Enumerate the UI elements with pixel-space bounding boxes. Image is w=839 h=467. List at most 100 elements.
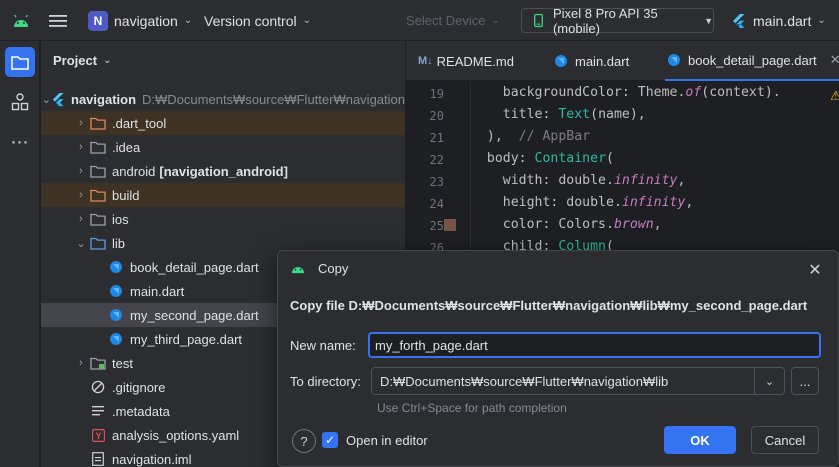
tree-item-label: android [112, 163, 156, 179]
code-line: title: Text(name), [502, 107, 646, 122]
chevron-right-icon[interactable]: › [73, 213, 89, 225]
tool-window-bar: ⋯ [0, 41, 40, 467]
code-line: width: double.infinity, [502, 173, 686, 188]
to-directory-label: To directory: [290, 374, 361, 389]
tree-item[interactable]: › build [41, 183, 405, 207]
device-label: Pixel 8 Pro API 35 (mobile) [552, 5, 658, 36]
tab-label: book_detail_page.dart [688, 52, 817, 68]
dart-file-icon [107, 307, 125, 323]
main-menu-icon[interactable] [49, 0, 67, 41]
project-folder-icon[interactable] [5, 47, 35, 77]
text-file-icon [89, 403, 107, 419]
dart-file-icon [107, 283, 125, 299]
tree-item[interactable]: › android [navigation_android] [41, 159, 405, 183]
tree-item-label: test [112, 355, 133, 371]
line-number: 23 [429, 175, 444, 189]
chevron-down-icon[interactable]: ⌄ [754, 368, 784, 394]
dart-file-icon [107, 259, 125, 275]
dialog-title: Copy [318, 261, 349, 276]
tree-item[interactable]: › .dart_tool [41, 111, 405, 135]
select-device-menu[interactable]: Select Device ⌄ [406, 0, 500, 41]
code-line: ), // AppBar [486, 129, 591, 144]
ok-button[interactable]: OK [664, 426, 736, 454]
tree-item-label: .idea [112, 139, 141, 155]
project-badge: N [88, 10, 108, 31]
new-name-input[interactable]: my_forth_page.dart [368, 332, 821, 358]
path-hint: D:₩Documents₩source₩Flutter₩navigation [142, 91, 405, 107]
tree-item-label: my_third_page.dart [130, 331, 243, 347]
project-name: navigation [114, 12, 178, 29]
tab-readme[interactable]: M↓ README.md [418, 41, 514, 81]
svg-text:Y: Y [95, 431, 101, 441]
open-in-editor-label[interactable]: Open in editor [346, 433, 428, 448]
tree-item-label: .dart_tool [112, 115, 167, 131]
folder-icon [89, 211, 107, 227]
project-switcher[interactable]: N navigation ⌄ [88, 0, 192, 41]
phone-icon [534, 13, 543, 28]
chevron-right-icon[interactable]: › [73, 117, 89, 129]
more-icon[interactable]: ⋯ [5, 127, 35, 157]
folder-icon [89, 139, 107, 155]
device-selector[interactable]: Pixel 8 Pro API 35 (mobile) ▼ [521, 5, 714, 36]
android-logo-icon[interactable] [12, 0, 30, 41]
chevron-right-icon[interactable]: › [73, 165, 89, 177]
dart-file-icon [552, 53, 570, 69]
cancel-button[interactable]: Cancel [751, 426, 819, 454]
line-number: 24 [429, 197, 444, 211]
help-button[interactable]: ? [292, 429, 316, 453]
module-label: [navigation_android] [159, 163, 288, 179]
chevron-right-icon[interactable]: › [73, 141, 89, 153]
run-config-menu[interactable]: main.dart ⌄ [731, 0, 826, 41]
chevron-down-icon[interactable]: ⌄ [73, 237, 89, 250]
tree-item-label: lib [112, 235, 126, 251]
close-icon[interactable]: ✕ [804, 259, 826, 281]
tree-item-label: book_detail_page.dart [130, 259, 259, 275]
to-directory-value: D:₩Documents₩source₩Flutter₩navigation₩l… [380, 373, 669, 389]
gitignore-icon [89, 379, 107, 395]
vcs-menu[interactable]: Version control ⌄ [204, 0, 311, 41]
color-swatch[interactable] [444, 219, 456, 231]
editor-tabs: M↓ README.md main.dart book_detail_page.… [406, 41, 839, 81]
browse-button[interactable]: ... [791, 367, 819, 395]
folder-excluded-icon [89, 115, 107, 131]
tree-item[interactable]: ⌄ navigation D:₩Documents₩source₩Flutter₩n… [41, 87, 405, 111]
tree-item-label: ios [112, 211, 129, 227]
tree-item[interactable]: › ios [41, 207, 405, 231]
project-panel-header[interactable]: Project ⌄ [53, 53, 111, 68]
folder-source-icon [89, 235, 107, 251]
warning-icon[interactable]: ⚠ [830, 88, 839, 104]
tree-item-label: build [112, 187, 140, 203]
chevron-right-icon[interactable]: › [73, 189, 89, 201]
chevron-right-icon[interactable]: › [73, 357, 89, 369]
tree-item-label: .gitignore [112, 379, 166, 395]
folder-test-icon [89, 355, 107, 371]
code-line: body: Container( [486, 151, 614, 166]
chevron-down-icon: ⌄ [302, 15, 311, 26]
open-in-editor-checkbox[interactable]: ✓ [322, 432, 338, 448]
code-line: backgroundColor: Theme.of(context). [502, 85, 781, 100]
structure-icon[interactable] [5, 87, 35, 117]
tab-label: main.dart [575, 53, 630, 69]
tab-main-dart[interactable]: main.dart [552, 41, 629, 81]
code-line: height: double.infinity, [502, 195, 694, 210]
tree-item-label: .metadata [112, 403, 170, 419]
dart-file-icon [107, 331, 125, 347]
tab-book-detail-page[interactable]: book_detail_page.dart ✕ [665, 41, 839, 81]
close-icon[interactable]: ✕ [830, 52, 839, 68]
chevron-down-icon: ⌄ [817, 15, 826, 26]
tree-item-label: main.dart [130, 283, 185, 299]
tree-item[interactable]: › .idea [41, 135, 405, 159]
chevron-down-icon[interactable]: ⌄ [42, 93, 51, 106]
vcs-label: Version control [204, 12, 297, 29]
line-number: 19 [429, 87, 444, 101]
line-number: 22 [429, 153, 444, 167]
dialog-heading: Copy file D:₩Documents₩source₩Flutter₩na… [290, 298, 808, 313]
tree-item-label: analysis_options.yaml [112, 427, 240, 443]
line-number: 25 [429, 219, 444, 233]
to-directory-combo[interactable]: D:₩Documents₩source₩Flutter₩navigation₩l… [371, 367, 785, 395]
folder-excluded-icon [89, 187, 107, 203]
iml-file-icon [89, 451, 107, 467]
flutter-icon [733, 13, 745, 28]
line-number: 20 [429, 109, 444, 123]
project-panel-title: Project [53, 53, 98, 68]
